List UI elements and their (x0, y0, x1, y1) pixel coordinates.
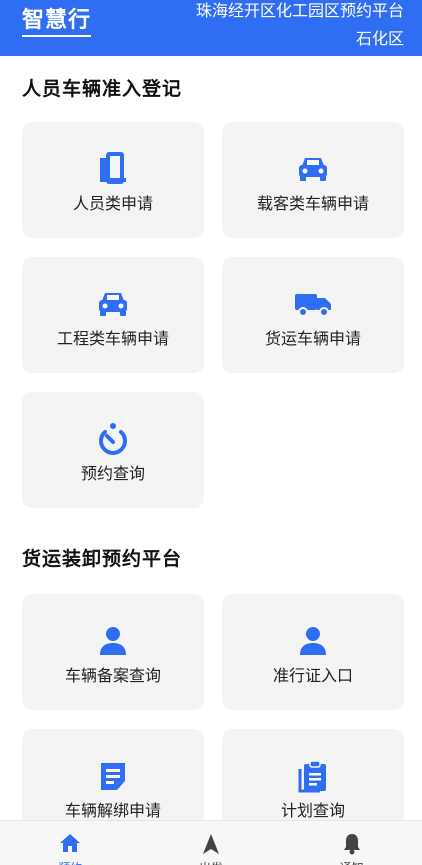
app-header: 智慧行 珠海经开区化工园区预约平台 石化区 (0, 0, 422, 56)
card-label: 车辆解绑申请 (64, 801, 161, 820)
navigation-icon (151, 833, 271, 855)
card-reservation-query[interactable]: 预约查询 (22, 392, 204, 508)
card-label: 计划查询 (280, 801, 345, 820)
tab-label: 出发 (151, 859, 271, 865)
card-label: 人员类申请 (72, 194, 153, 213)
card-access-permit-entry[interactable]: 准行证入口 (222, 594, 404, 710)
home-icon (10, 833, 130, 855)
card-label: 货运车辆申请 (264, 329, 361, 348)
card-label: 车辆备案查询 (64, 666, 161, 685)
section-title-entry-registration: 人员车辆准入登记 (22, 78, 183, 100)
tab-label: 通知 (292, 859, 412, 865)
tab-notifications[interactable]: 通知 (292, 821, 412, 865)
car-icon (22, 287, 204, 321)
card-passenger-vehicle-application[interactable]: 载客类车辆申请 (222, 122, 404, 238)
truck-icon (222, 287, 404, 321)
card-label: 预约查询 (80, 464, 145, 483)
card-engineering-vehicle-application[interactable]: 工程类车辆申请 (22, 257, 204, 373)
tab-reservation[interactable]: 预约 (10, 821, 130, 865)
card-freight-vehicle-application[interactable]: 货运车辆申请 (222, 257, 404, 373)
tab-depart[interactable]: 出发 (151, 821, 271, 865)
person-icon (22, 624, 204, 658)
car-icon (222, 152, 404, 186)
card-label: 工程类车辆申请 (56, 329, 169, 348)
timer-icon (22, 422, 204, 456)
bell-icon (292, 833, 412, 855)
app-logo[interactable]: 智慧行 (22, 8, 92, 37)
card-vehicle-record-query[interactable]: 车辆备案查询 (22, 594, 204, 710)
person-icon (222, 624, 404, 658)
platform-district: 石化区 (355, 29, 404, 48)
tab-label: 预约 (10, 859, 130, 865)
platform-name: 珠海经开区化工园区预约平台 (195, 1, 404, 20)
document-icon (22, 759, 204, 793)
card-personnel-application[interactable]: 人员类申请 (22, 122, 204, 238)
clipboard-icon (222, 759, 404, 793)
section-title-loading-reservation: 货运装卸预约平台 (22, 548, 183, 570)
card-label: 准行证入口 (272, 666, 353, 685)
bottom-tab-bar: 预约 出发 通知 (0, 820, 422, 865)
door-icon (22, 152, 204, 186)
card-label: 载客类车辆申请 (256, 194, 369, 213)
